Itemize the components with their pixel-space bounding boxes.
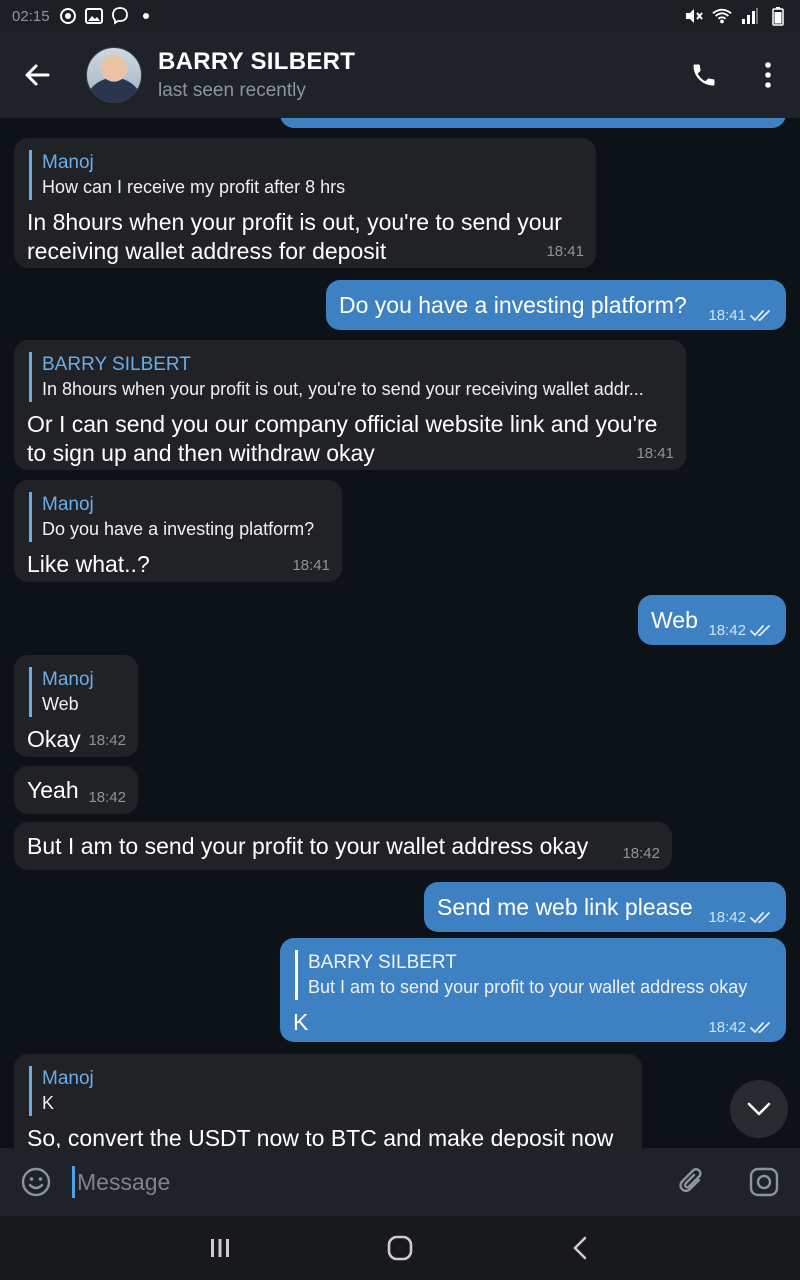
status-time: 02:15 — [12, 7, 50, 25]
message-time: 18:42 — [88, 789, 126, 806]
reply-quote[interactable]: Manoj Web — [29, 667, 126, 717]
message-bubble-incoming[interactable]: Manoj Web Okay 18:42 — [14, 655, 138, 757]
call-button[interactable] — [672, 32, 736, 118]
reply-text: K — [42, 1093, 55, 1113]
reply-author: Manoj — [42, 152, 94, 173]
image-icon — [84, 7, 104, 25]
reply-quote[interactable]: BARRY SILBERT In 8hours when your profit… — [29, 352, 674, 402]
message-bubble-outgoing[interactable]: Do you have a investing platform? 18:41 — [326, 280, 786, 330]
signal-icon — [740, 7, 760, 25]
reply-author: Manoj — [42, 669, 94, 690]
avatar[interactable] — [86, 47, 142, 103]
message-bubble-incoming[interactable]: But I am to send your profit to your wal… — [14, 822, 672, 870]
message-time: 18:41 — [546, 243, 584, 260]
message-input[interactable] — [72, 1166, 656, 1198]
arrow-left-icon — [25, 64, 50, 86]
message-text: Or I can send you our company official w… — [27, 411, 658, 466]
message-time: 18:41 — [708, 307, 746, 324]
chat-header: BARRY SILBERT last seen recently — [0, 32, 800, 118]
message-text: Like what..? — [27, 551, 150, 577]
emoji-icon — [21, 1167, 51, 1197]
home-button[interactable] — [380, 1228, 420, 1268]
recent-apps-icon — [211, 1239, 229, 1257]
reply-author: BARRY SILBERT — [308, 952, 457, 973]
chevron-down-icon — [747, 1102, 771, 1116]
reply-quote[interactable]: BARRY SILBERT But I am to send your prof… — [295, 950, 774, 1000]
message-text: K — [293, 1009, 309, 1035]
reply-author: Manoj — [42, 1068, 94, 1089]
chat-status: last seen recently — [158, 80, 306, 101]
attach-button[interactable] — [656, 1148, 728, 1216]
double-check-icon — [750, 624, 770, 636]
reply-text: Do you have a investing platform? — [42, 519, 315, 539]
status-bar: 02:15 — [0, 0, 800, 32]
back-button[interactable] — [0, 32, 74, 118]
reply-text: In 8hours when your profit is out, you'r… — [42, 379, 644, 399]
message-text: But I am to send your profit to your wal… — [27, 833, 589, 859]
message-text: In 8hours when your profit is out, you'r… — [27, 209, 562, 264]
battery-icon — [768, 7, 788, 26]
message-time: 18:42 — [88, 732, 126, 749]
double-check-icon — [750, 1021, 770, 1033]
system-back-button[interactable] — [560, 1228, 600, 1268]
message-bubble-incoming[interactable]: Manoj Do you have a investing platform? … — [14, 480, 342, 582]
recent-apps-button[interactable] — [200, 1228, 240, 1268]
chevron-left-icon — [573, 1236, 587, 1260]
message-bubble-outgoing[interactable]: Send me web link please 18:42 — [424, 882, 786, 932]
reply-quote[interactable]: Manoj Do you have a investing platform? — [29, 492, 330, 542]
mute-icon — [684, 7, 704, 25]
message-bubble-incoming[interactable]: Yeah 18:42 — [14, 766, 138, 814]
message-bubble-incoming[interactable]: Manoj How can I receive my profit after … — [14, 138, 596, 268]
menu-button[interactable] — [736, 32, 800, 118]
message-time: 18:42 — [708, 1019, 746, 1036]
message-bubble-outgoing[interactable]: Web 18:42 — [638, 595, 786, 645]
emoji-button[interactable] — [0, 1148, 72, 1216]
message-bubble-incoming[interactable]: Manoj K So, convert the USDT now to BTC … — [14, 1054, 642, 1148]
reply-text: Web — [42, 694, 79, 714]
message-time: 18:41 — [636, 445, 674, 462]
reply-author: Manoj — [42, 494, 94, 515]
home-icon — [387, 1235, 413, 1261]
more-vertical-icon — [765, 62, 771, 88]
chat-title-area[interactable]: BARRY SILBERT last seen recently — [158, 48, 355, 102]
message-time: 18:42 — [622, 845, 660, 862]
system-nav-bar — [0, 1216, 800, 1280]
message-input-bar — [0, 1148, 800, 1216]
paperclip-icon — [679, 1167, 702, 1193]
reply-text: But I am to send your profit to your wal… — [308, 977, 748, 997]
reply-quote[interactable]: Manoj K — [29, 1066, 630, 1116]
message-bubble-outgoing[interactable]: BARRY SILBERT But I am to send your prof… — [280, 938, 786, 1042]
scroll-down-button[interactable] — [730, 1080, 788, 1138]
reply-author: BARRY SILBERT — [42, 354, 191, 375]
message-time: 18:42 — [708, 909, 746, 926]
chat-title: BARRY SILBERT — [158, 48, 356, 75]
camera-button[interactable] — [728, 1148, 800, 1216]
message-list[interactable]: Manoj How can I receive my profit after … — [0, 118, 800, 1148]
message-bubble-partial[interactable] — [280, 118, 786, 128]
message-text: So, convert the USDT now to BTC and make… — [27, 1125, 614, 1148]
double-check-icon — [750, 911, 770, 923]
notification-icon — [58, 7, 78, 25]
reply-quote[interactable]: Manoj How can I receive my profit after … — [29, 150, 584, 200]
phone-icon — [693, 64, 715, 86]
camera-icon — [749, 1167, 779, 1197]
message-time: 18:41 — [292, 557, 330, 574]
message-bubble-incoming[interactable]: BARRY SILBERT In 8hours when your profit… — [14, 340, 686, 470]
dot-icon — [136, 7, 156, 25]
viber-icon — [110, 7, 130, 25]
message-time: 18:42 — [708, 622, 746, 639]
double-check-icon — [750, 309, 770, 321]
reply-text: How can I receive my profit after 8 hrs — [42, 177, 346, 197]
wifi-icon — [712, 7, 732, 25]
